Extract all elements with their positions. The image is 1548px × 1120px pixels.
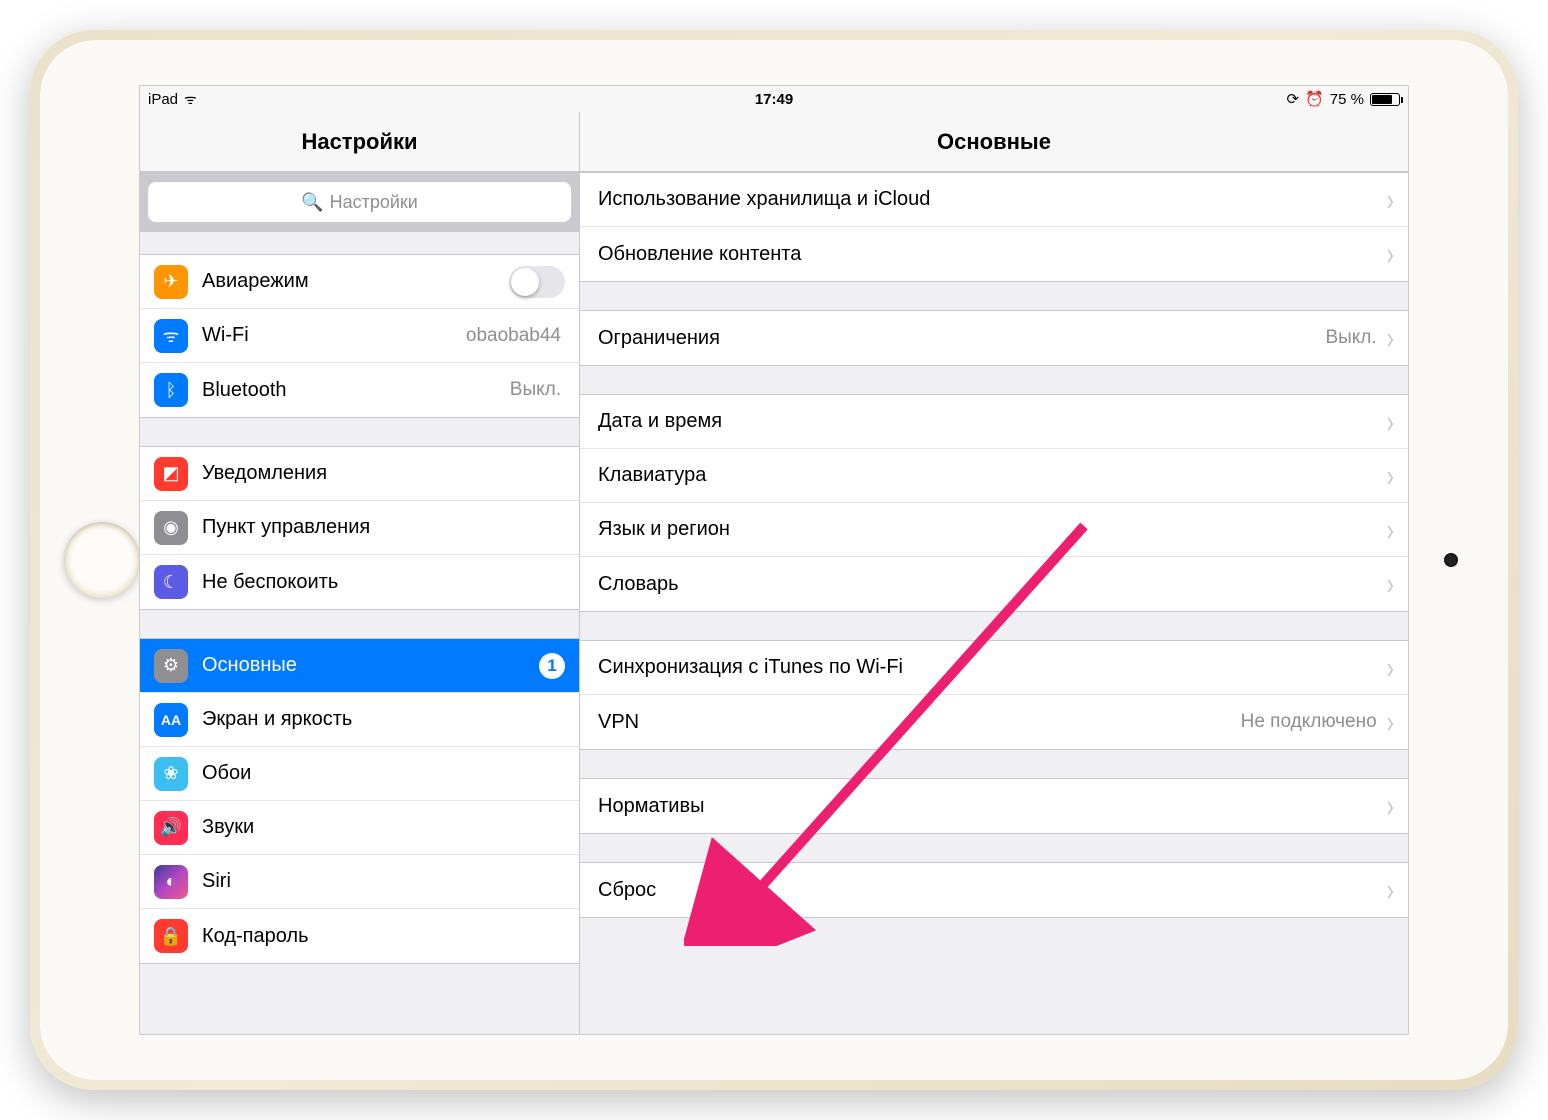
status-bar: iPad ᯤ 17:49 ⟳ ⏰ 75 % (140, 86, 1408, 112)
detail-item[interactable]: Словарь › (580, 557, 1408, 611)
wifi-icon: ᯤ (154, 319, 188, 353)
detail-pane: Основные Использование хранилища и iClou… (580, 112, 1408, 1034)
search-input[interactable]: 🔍 Настройки (148, 182, 571, 222)
toggle-airplane[interactable] (509, 266, 565, 298)
gear-icon: ⚙︎ (154, 649, 188, 683)
chevron-right-icon: › (1387, 236, 1394, 272)
sidebar-item-label: Обои (202, 762, 565, 785)
sidebar-item-label: Wi-Fi (202, 324, 466, 347)
detail-item[interactable]: Язык и регион › (580, 503, 1408, 557)
badge: 1 (539, 653, 565, 679)
detail-item-label: Клавиатура (598, 464, 1381, 487)
sidebar-title: Настройки (140, 112, 579, 172)
search-icon: 🔍 (301, 192, 323, 213)
sidebar-item-label: Код-пароль (202, 925, 565, 948)
detail-item[interactable]: Обновление контента › (580, 227, 1408, 281)
search-placeholder: Настройки (330, 192, 418, 213)
detail-item[interactable]: Нормативы › (580, 779, 1408, 833)
detail-item[interactable]: Сброс › (580, 863, 1408, 917)
chevron-right-icon: › (1387, 788, 1394, 824)
sidebar-item-lock[interactable]: 🔒 Код-пароль (140, 909, 579, 963)
detail-item-label: Дата и время (598, 410, 1381, 433)
sidebar-item-label: Не беспокоить (202, 571, 565, 594)
sidebar-item-wifi[interactable]: ᯤ Wi-Fiobaobab44 (140, 309, 579, 363)
sidebar-item-value: obaobab44 (466, 325, 561, 347)
clock: 17:49 (755, 91, 793, 108)
aa-icon: AA (154, 703, 188, 737)
sidebar-item-label: Bluetooth (202, 379, 510, 402)
chevron-right-icon: › (1387, 511, 1394, 547)
sidebar-item-label: Уведомления (202, 462, 565, 485)
sidebar-item-label: Siri (202, 870, 565, 893)
chevron-right-icon: › (1387, 403, 1394, 439)
detail-item-value: Не подключено (1241, 711, 1377, 733)
detail-item[interactable]: ОграниченияВыкл. › (580, 311, 1408, 365)
chevron-right-icon: › (1387, 872, 1394, 908)
alarm-icon: ⏰ (1305, 90, 1324, 108)
sidebar-item-siri[interactable]: ◐ Siri (140, 855, 579, 909)
screen: iPad ᯤ 17:49 ⟳ ⏰ 75 % Настройки � (140, 86, 1408, 1034)
notifications-icon: ◩ (154, 457, 188, 491)
sidebar-item-label: Звуки (202, 816, 565, 839)
chevron-right-icon: › (1387, 181, 1394, 217)
sound-icon: 🔊 (154, 811, 188, 845)
chevron-right-icon: › (1387, 457, 1394, 493)
detail-item[interactable]: Использование хранилища и iCloud › (580, 173, 1408, 227)
search-container: 🔍 Настройки (140, 172, 579, 232)
detail-item-label: Ограничения (598, 327, 1325, 350)
chevron-right-icon: › (1387, 320, 1394, 356)
airplane-icon: ✈︎ (154, 265, 188, 299)
sidebar-item-gear[interactable]: ⚙︎ Основные 1 (140, 639, 579, 693)
sidebar-item-value: Выкл. (510, 379, 561, 401)
battery-pct: 75 % (1330, 91, 1364, 108)
sidebar-item-label: Основные (202, 654, 531, 677)
detail-item-label: Синхронизация с iTunes по Wi-Fi (598, 656, 1381, 679)
sidebar-item-bluetooth[interactable]: ᛒ BluetoothВыкл. (140, 363, 579, 417)
wallpaper-icon: ❀ (154, 757, 188, 791)
battery-icon (1370, 93, 1400, 106)
sidebar-item-notifications[interactable]: ◩ Уведомления (140, 447, 579, 501)
front-camera (1444, 553, 1458, 567)
settings-sidebar: Настройки 🔍 Настройки ✈︎ Авиарежим ᯤ Wi-Fio… (140, 112, 580, 1034)
control-center-icon: ◉ (154, 511, 188, 545)
home-button[interactable] (64, 522, 140, 598)
chevron-right-icon: › (1387, 566, 1394, 602)
detail-item-label: Нормативы (598, 795, 1381, 818)
sidebar-item-label: Экран и яркость (202, 708, 565, 731)
orientation-lock-icon: ⟳ (1287, 90, 1300, 108)
sidebar-item-label: Авиарежим (202, 270, 509, 293)
sidebar-item-control-center[interactable]: ◉ Пункт управления (140, 501, 579, 555)
detail-list[interactable]: Использование хранилища и iCloud›Обновле… (580, 172, 1408, 1034)
chevron-right-icon: › (1387, 649, 1394, 685)
sidebar-item-airplane[interactable]: ✈︎ Авиарежим (140, 255, 579, 309)
detail-item[interactable]: Клавиатура › (580, 449, 1408, 503)
wifi-icon: ᯤ (184, 90, 197, 109)
sidebar-item-label: Пункт управления (202, 516, 565, 539)
detail-item[interactable]: VPNНе подключено › (580, 695, 1408, 749)
sidebar-item-dnd[interactable]: ☾ Не беспокоить (140, 555, 579, 609)
detail-item[interactable]: Дата и время › (580, 395, 1408, 449)
sidebar-item-wallpaper[interactable]: ❀ Обои (140, 747, 579, 801)
detail-item-label: Сброс (598, 879, 1381, 902)
sidebar-item-aa[interactable]: AA Экран и яркость (140, 693, 579, 747)
detail-item-value: Выкл. (1325, 327, 1376, 349)
detail-item-label: Использование хранилища и iCloud (598, 188, 1381, 211)
bluetooth-icon: ᛒ (154, 373, 188, 407)
dnd-icon: ☾ (154, 565, 188, 599)
detail-item-label: Язык и регион (598, 518, 1381, 541)
device-label: iPad (148, 91, 178, 108)
detail-item-label: Словарь (598, 573, 1381, 596)
ipad-bezel: iPad ᯤ 17:49 ⟳ ⏰ 75 % Настройки � (40, 40, 1508, 1080)
sidebar-item-sound[interactable]: 🔊 Звуки (140, 801, 579, 855)
siri-icon: ◐ (154, 865, 188, 899)
chevron-right-icon: › (1387, 704, 1394, 740)
ipad-frame: iPad ᯤ 17:49 ⟳ ⏰ 75 % Настройки � (30, 30, 1518, 1090)
detail-item-label: Обновление контента (598, 243, 1381, 266)
detail-item[interactable]: Синхронизация с iTunes по Wi-Fi › (580, 641, 1408, 695)
detail-item-label: VPN (598, 711, 1241, 734)
detail-title: Основные (580, 112, 1408, 172)
lock-icon: 🔒 (154, 919, 188, 953)
sidebar-list[interactable]: ✈︎ Авиарежим ᯤ Wi-Fiobaobab44 ᛒ BluetoothВыкл… (140, 232, 579, 1034)
